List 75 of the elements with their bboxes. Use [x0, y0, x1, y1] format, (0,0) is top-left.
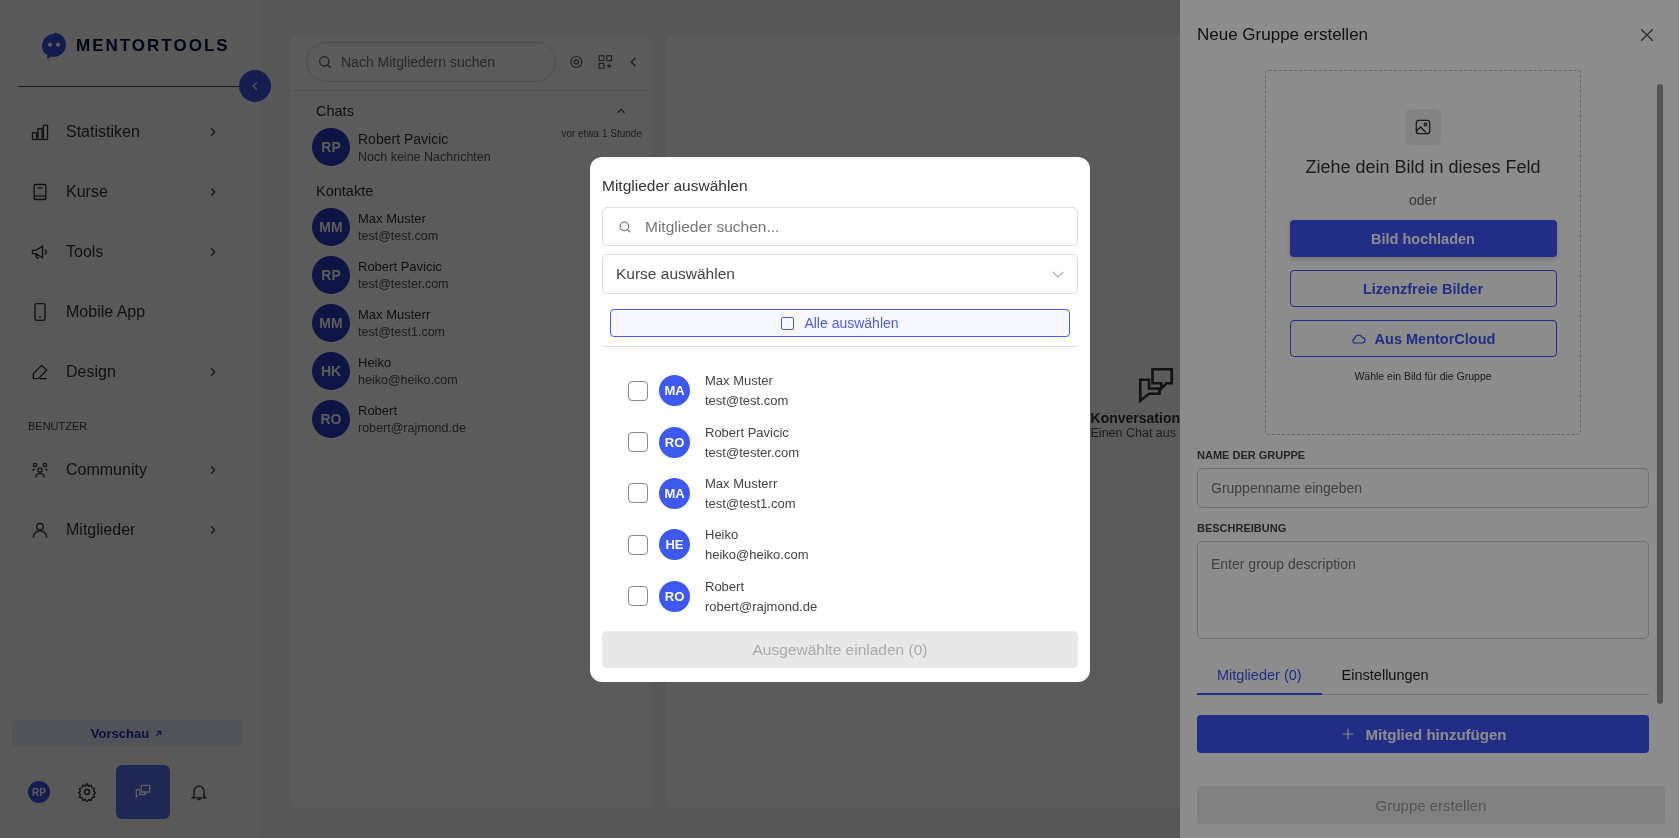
avatar: HK [312, 352, 350, 390]
dropzone-text: Ziehe dein Bild in dieses Feld [1305, 157, 1541, 178]
avatar: RO [659, 580, 690, 612]
section-heading: Chats [316, 103, 354, 119]
course-dropdown[interactable]: Kurse auswählen [602, 254, 1078, 294]
checkbox[interactable] [628, 380, 648, 401]
nav-item[interactable]: Tools [18, 222, 261, 282]
avatar: RP [312, 128, 350, 166]
gear-icon [77, 782, 97, 802]
upload-button[interactable]: Bild hochladen [1289, 220, 1557, 257]
tab[interactable]: Einstellungen [1321, 659, 1449, 695]
checkbox[interactable] [628, 586, 648, 607]
stock-images-button[interactable]: Lizenzfreie Bilder [1289, 270, 1557, 307]
empty-state-title: Konversation [1090, 410, 1180, 426]
group-name-field[interactable]: Gruppenname eingeben [1197, 468, 1649, 508]
nav-item[interactable]: Statistiken [18, 102, 261, 162]
member-name: Max Musterr [705, 475, 779, 491]
contact-item[interactable]: HK Heiko heiko@heiko.com [290, 347, 652, 395]
avatar: MM [312, 304, 350, 342]
chat-button[interactable] [116, 765, 170, 819]
avatar: RO [659, 426, 690, 458]
people-icon [30, 460, 50, 480]
megaphone-icon [30, 242, 50, 262]
pen-icon [30, 362, 50, 382]
image-dropzone[interactable]: Ziehe dein Bild in dieses Feld oder Bild hochladen Lizenzfreie Bilder Aus MentorCloud Wähle ein Bild für die Gruppe [1265, 70, 1581, 435]
avatar: HE [659, 529, 690, 561]
field-label: BESCHREIBUNG [1197, 522, 1288, 534]
member-name: Robert [705, 578, 746, 594]
member-email: heiko@heiko.com [705, 547, 809, 563]
avatar: MA [659, 477, 690, 509]
member-name: Max Muster [705, 373, 774, 389]
checkbox[interactable] [628, 483, 648, 504]
member-email: test@test1.com [705, 495, 796, 511]
dialog-title: Mitglieder auswählen [602, 177, 749, 195]
person-icon [30, 520, 50, 540]
user-avatar[interactable]: RP [28, 781, 50, 803]
image-icon [1405, 109, 1441, 145]
or-text: oder [1409, 192, 1437, 208]
nav-item[interactable]: Mobile App [18, 282, 261, 342]
bar-chart-icon [30, 122, 50, 142]
nav-item[interactable]: Community [18, 440, 261, 500]
nav-item[interactable]: Kurse [18, 162, 261, 222]
add-grid-icon[interactable] [596, 53, 614, 71]
settings-icon[interactable] [568, 53, 585, 71]
avatar: MA [659, 375, 690, 407]
contact-item[interactable]: RO Robert robert@rajmond.de [290, 395, 652, 443]
member-email: test@tester.com [705, 444, 800, 460]
select-all-button[interactable]: Alle auswählen [610, 309, 1070, 337]
avatar: RP [312, 256, 350, 294]
member-name: Robert Pavicic [705, 424, 790, 440]
collapse-button[interactable] [239, 70, 271, 102]
avatar: RO [312, 400, 350, 438]
checkbox[interactable] [628, 534, 648, 555]
cloud-button[interactable]: Aus MentorCloud [1289, 320, 1557, 357]
description-field[interactable]: Enter group description [1197, 541, 1649, 639]
avatar: MM [312, 208, 350, 246]
search-icon [317, 54, 333, 70]
drawer-title: Neue Gruppe erstellen [1197, 25, 1369, 45]
preview-button[interactable]: Vorschau [12, 720, 243, 746]
search-icon [617, 218, 633, 235]
search-field[interactable]: Mitglieder suchen... [602, 207, 1078, 246]
member-email: test@test.com [705, 393, 789, 409]
dropzone-hint: Wähle ein Bild für die Gruppe [1354, 370, 1492, 382]
logo-text: MENTORTOOLS [76, 36, 230, 56]
member-email: robert@rajmond.de [705, 598, 818, 614]
section-heading: BENUTZER [27, 419, 89, 434]
section-heading: Kontakte [316, 183, 374, 199]
nav-item[interactable]: Design [18, 342, 261, 402]
empty-state-text: Einen Chat aus [1090, 426, 1176, 440]
tab[interactable]: Mitglieder (0) [1197, 659, 1322, 695]
nav-item[interactable]: Mitglieder [18, 500, 261, 560]
field-label: NAME DER GRUPPE [1197, 449, 1307, 461]
add-member-button[interactable]: Mitglied hinzufügen [1197, 715, 1649, 753]
checkbox[interactable] [628, 432, 648, 453]
member-name: Heiko [705, 527, 740, 543]
